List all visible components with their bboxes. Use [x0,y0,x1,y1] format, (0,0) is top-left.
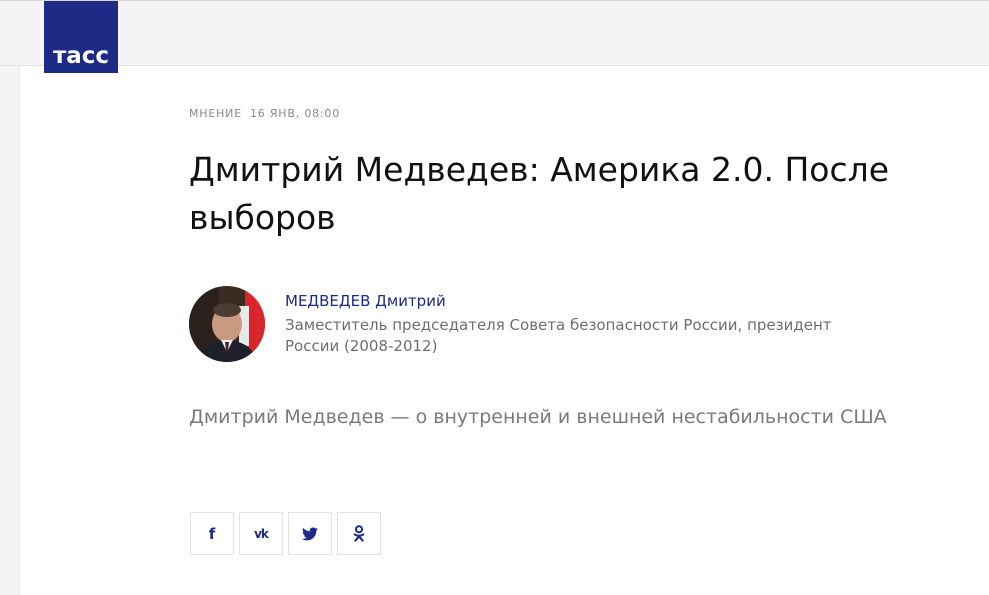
logo-text: тасс [52,43,110,69]
vk-icon: vk [254,526,269,541]
article-date: 16 ЯНВ, 08:00 [249,107,341,120]
share-facebook-button[interactable]: f [190,512,234,555]
odnoklassniki-icon [353,525,365,542]
site-header [0,0,989,66]
article-container: МНЕНИЕ 16 ЯНВ, 08:00 Дмитрий Медведев: Ам… [19,66,989,595]
tass-logo[interactable]: тасс [44,1,118,73]
author-block: МЕДВЕДЕВ Дмитрий Заместитель председател… [189,286,889,366]
share-odnoklassniki-button[interactable] [337,512,381,555]
article-title: Дмитрий Медведев: Америка 2.0. После выб… [189,150,890,237]
article-meta: МНЕНИЕ 16 ЯНВ, 08:00 [189,107,340,120]
twitter-icon [302,526,318,540]
article-lead: Дмитрий Медведев — о внутренней и внешне… [189,406,887,428]
author-avatar[interactable] [189,286,265,362]
share-twitter-button[interactable] [288,512,332,555]
share-vk-button[interactable]: vk [239,512,283,555]
facebook-icon: f [208,524,216,543]
author-name[interactable]: МЕДВЕДЕВ Дмитрий [285,292,446,310]
article-category[interactable]: МНЕНИЕ [189,107,242,120]
author-role: Заместитель председателя Совета безопасн… [285,316,832,355]
share-buttons: f vk [190,512,381,555]
